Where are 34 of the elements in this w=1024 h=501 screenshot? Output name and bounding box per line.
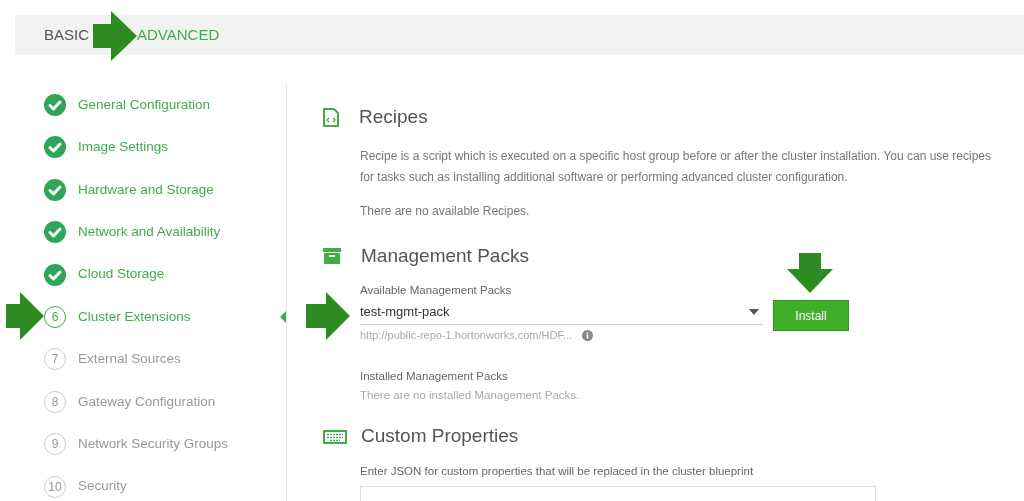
pack-dropdown[interactable]: test-mgmt-pack [360, 299, 763, 326]
field-label: Available Management Packs [360, 283, 513, 298]
arrow-icon [787, 253, 833, 293]
section-title: Management Packs [361, 243, 529, 268]
arrow-icon [306, 292, 350, 340]
section-title: Recipes [359, 105, 428, 129]
section-title: Custom Properties [361, 424, 519, 449]
step-link[interactable]: External Sources [78, 349, 181, 370]
step-link[interactable]: Cloud Storage [78, 264, 165, 285]
mode-tab[interactable]: BASIC [44, 23, 89, 47]
step-link[interactable]: Security [78, 476, 127, 497]
caret-icon [749, 308, 759, 315]
field-label: Enter JSON for custom properties that will be replaced in the cluster blueprint [360, 463, 755, 479]
dropdown-value: test-mgmt-pack [360, 303, 450, 321]
install-button[interactable]: Install [773, 300, 849, 332]
arrow-icon [6, 292, 44, 340]
mode-tab[interactable]: ADVANCED [137, 23, 220, 47]
archive-icon [323, 247, 341, 264]
step-link[interactable]: Hardware and Storage [78, 179, 214, 200]
step-link[interactable]: Image Settings [78, 137, 169, 158]
arrow-icon [93, 11, 137, 61]
step-link[interactable]: Gateway Configuration [78, 391, 216, 412]
step-link[interactable]: General Configuration [78, 94, 211, 116]
url-text: http://public-repo-1.hortonworks.com/HDF... [360, 328, 573, 344]
file-code-icon [323, 107, 339, 127]
empty-message: There are no installed Management Packs. [360, 388, 581, 403]
step-link[interactable]: Network and Availability [78, 222, 221, 243]
description-text: Recipe is a script which is executed on a specific host group before or after the cluster installation. You can use recipes for tasks such as installing additional software or performing advanced cluster configuration. [360, 147, 992, 186]
step-link[interactable]: Network Security Groups [78, 434, 229, 455]
info-icon [582, 330, 594, 341]
field-label: Installed Management Packs [360, 368, 509, 384]
step-link[interactable]: Cluster Extensions [78, 306, 191, 328]
keyboard-icon [323, 429, 347, 444]
empty-message: There are no available Recipes. [360, 202, 531, 220]
